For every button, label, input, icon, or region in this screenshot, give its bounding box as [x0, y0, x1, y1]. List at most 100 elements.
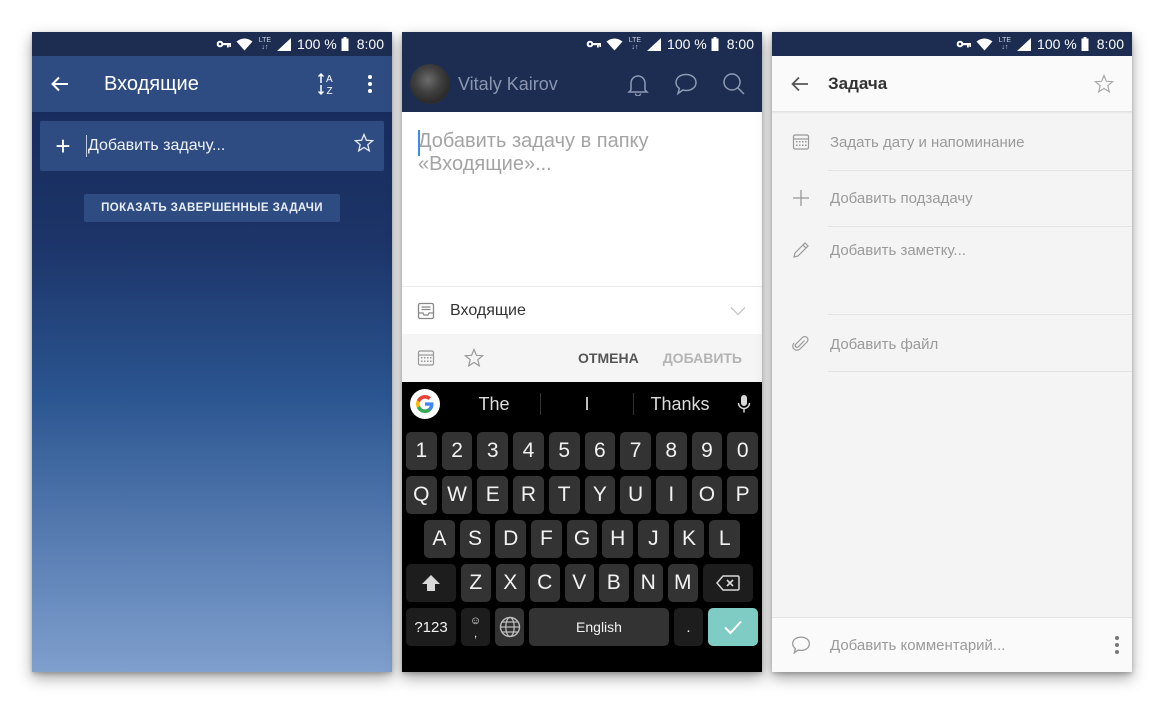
key[interactable]: N [633, 564, 663, 602]
key[interactable]: 7 [620, 432, 651, 470]
add-file-row[interactable]: Добавить файл [772, 320, 1132, 368]
battery-percent: 100 % [1037, 36, 1077, 52]
battery-percent: 100 % [297, 36, 337, 52]
key[interactable]: 0 [727, 432, 759, 470]
key[interactable]: M [668, 564, 698, 602]
key[interactable]: F [531, 520, 562, 558]
star-button[interactable] [1076, 73, 1132, 94]
key[interactable]: R [513, 476, 544, 514]
keyboard-row-space: ?123 ☺ , English . [402, 608, 762, 646]
key[interactable]: J [638, 520, 669, 558]
key[interactable]: 3 [477, 432, 509, 470]
back-button[interactable] [772, 76, 828, 92]
more-vertical-icon [368, 75, 372, 93]
back-button[interactable] [32, 76, 88, 92]
vpn-key-icon [586, 39, 602, 49]
inbox-screen: LTE ↓↑ 100 % 8:00 Входящие A Z + Добавит… [32, 32, 392, 672]
key[interactable]: U [620, 476, 651, 514]
battery-icon [341, 37, 349, 51]
paperclip-icon [792, 335, 809, 351]
key[interactable]: 4 [513, 432, 544, 470]
activity-button[interactable] [662, 72, 710, 96]
add-button[interactable]: ДОБАВИТЬ [663, 350, 742, 366]
shift-icon [422, 575, 440, 591]
key[interactable]: O [691, 476, 723, 514]
cancel-button[interactable]: ОТМЕНА [578, 350, 639, 366]
task-title-input[interactable]: Добавить задачу в папку «Входящие»... [402, 112, 762, 286]
star-button[interactable] [344, 132, 384, 159]
key[interactable]: K [673, 520, 705, 558]
key[interactable]: A [424, 520, 455, 558]
key[interactable]: 5 [548, 432, 580, 470]
user-name[interactable]: Vitaly Kairov [458, 74, 614, 95]
key[interactable]: B [599, 564, 629, 602]
enter-key[interactable] [708, 608, 758, 646]
show-completed-button[interactable]: ПОКАЗАТЬ ЗАВЕРШЕННЫЕ ЗАДАЧИ [84, 194, 340, 222]
google-icon [416, 395, 434, 413]
globe-icon [499, 616, 520, 638]
suggestion[interactable]: The [448, 394, 540, 415]
key[interactable]: D [495, 520, 527, 558]
key[interactable]: 8 [655, 432, 687, 470]
key[interactable]: 9 [691, 432, 723, 470]
language-key[interactable] [495, 608, 524, 646]
sort-button[interactable]: A Z [308, 72, 348, 96]
symbols-key[interactable]: ?123 [406, 608, 456, 646]
key[interactable]: I [655, 476, 687, 514]
star-button[interactable] [450, 348, 498, 368]
calendar-icon [417, 350, 435, 366]
divider [828, 314, 1132, 315]
key[interactable]: Z [461, 564, 491, 602]
folder-name: Входящие [450, 301, 526, 319]
svg-text:A: A [326, 74, 333, 85]
emoji-comma-key[interactable]: ☺ , [461, 608, 490, 646]
search-button[interactable] [710, 72, 758, 96]
backspace-key[interactable] [702, 564, 753, 602]
add-subtask-row[interactable]: Добавить подзадачу [772, 174, 1132, 222]
page-title: Входящие [104, 72, 199, 95]
key[interactable]: 2 [441, 432, 473, 470]
suggestion[interactable]: Thanks [634, 394, 726, 415]
notifications-button[interactable] [614, 72, 662, 96]
google-button[interactable] [410, 389, 440, 419]
key[interactable]: 1 [406, 432, 437, 470]
due-date-button[interactable] [402, 349, 450, 367]
suggestion[interactable]: I [541, 394, 633, 415]
key[interactable]: 6 [584, 432, 616, 470]
key[interactable]: P [727, 476, 759, 514]
shift-key[interactable] [406, 564, 456, 602]
key[interactable]: T [548, 476, 580, 514]
app-bar: Задача [772, 56, 1132, 112]
key[interactable]: E [477, 476, 509, 514]
more-options-button[interactable] [348, 75, 392, 93]
more-vertical-icon [1115, 636, 1119, 654]
folder-selector[interactable]: Входящие [402, 287, 762, 334]
add-task-input[interactable]: + Добавить задачу... [40, 121, 384, 171]
add-note-row[interactable]: Добавить заметку... [772, 228, 1132, 272]
more-options-button[interactable] [1102, 636, 1132, 654]
comment-icon [792, 636, 810, 655]
space-key[interactable]: English [529, 608, 669, 646]
wifi-icon [606, 38, 623, 51]
comment-bar: Добавить комментарий... [772, 617, 1132, 672]
set-due-date-row[interactable]: Задать дату и напоминание [772, 118, 1132, 166]
key[interactable]: Y [584, 476, 616, 514]
keyboard-row-top: QWERTYUIOP [402, 476, 762, 514]
voice-input-button[interactable] [726, 394, 762, 414]
onscreen-keyboard: The I Thanks 1234567890 QWERTYUIOP ASDFG… [402, 382, 762, 672]
period-key[interactable]: . [674, 608, 703, 646]
keyboard-row-middle: ASDFGHJKL [402, 520, 762, 558]
key[interactable]: X [495, 564, 525, 602]
key[interactable]: W [441, 476, 473, 514]
key[interactable]: Q [406, 476, 437, 514]
vpn-key-icon [216, 39, 232, 49]
key[interactable]: V [564, 564, 594, 602]
key[interactable]: G [566, 520, 598, 558]
add-task-placeholder: Добавить задачу... [88, 137, 226, 154]
key[interactable]: H [602, 520, 634, 558]
avatar[interactable] [410, 64, 450, 104]
comment-input[interactable]: Добавить комментарий... [830, 637, 1102, 654]
key[interactable]: C [530, 564, 560, 602]
key[interactable]: S [459, 520, 491, 558]
key[interactable]: L [709, 520, 741, 558]
